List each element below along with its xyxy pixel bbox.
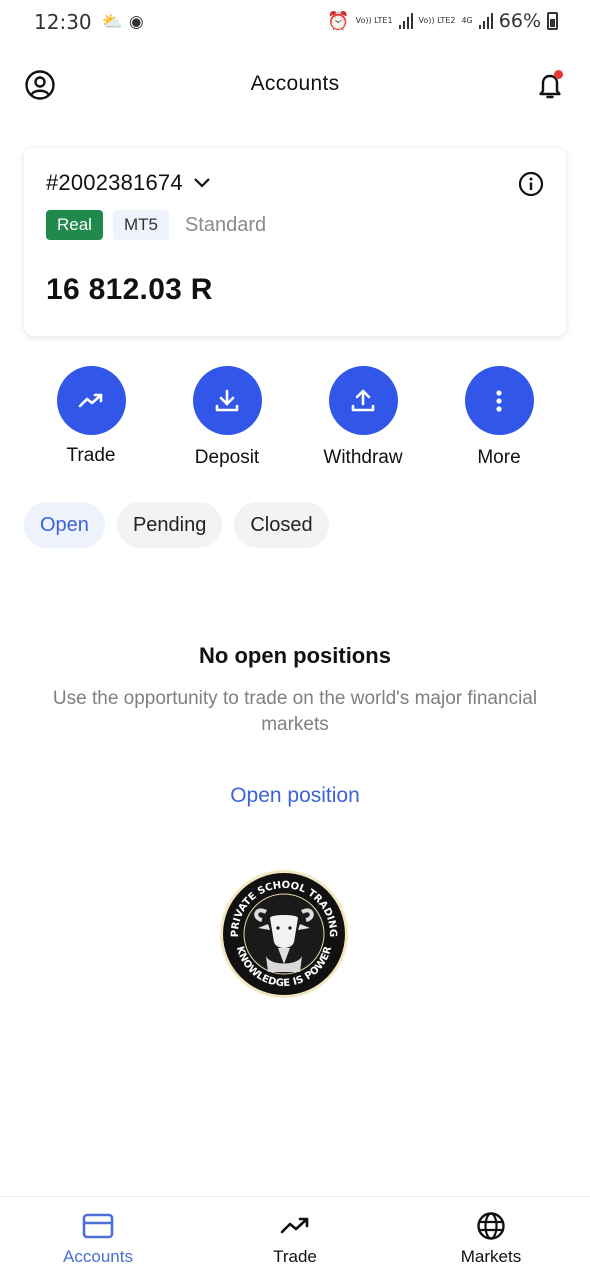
shazam-icon: ◉ — [128, 12, 144, 31]
account-number: #2002381674 — [46, 170, 183, 195]
nav-markets-label: Markets — [460, 1247, 522, 1266]
nav-trade[interactable]: Trade — [215, 1213, 375, 1267]
app-header: Accounts — [0, 60, 590, 108]
network-4g-indicator: 4G — [461, 16, 473, 25]
deposit-action-label: Deposit — [194, 447, 260, 468]
globe-icon — [477, 1212, 505, 1240]
more-action-circle — [464, 366, 534, 435]
nav-trade-label: Trade — [273, 1247, 317, 1266]
tab-closed[interactable]: Closed — [234, 502, 329, 548]
status-bar: 12:30 ⛅ ◉ ⏰ Vo)) LTE1 Vo)) LTE2 4G 66% — [0, 0, 590, 44]
user-circle-icon — [25, 70, 55, 100]
withdraw-action-button[interactable]: Withdraw — [303, 366, 423, 469]
trending-up-icon — [280, 1217, 309, 1234]
withdraw-action-circle — [328, 366, 398, 435]
nav-accounts-label: Accounts — [63, 1247, 133, 1266]
card-icon — [82, 1213, 114, 1239]
bottom-navigation: Accounts Trade Markets — [0, 1196, 590, 1280]
nav-markets[interactable]: Markets — [411, 1212, 571, 1267]
watermark-logo: PRIVATE SCHOOL TRADING KNOWLEDGE IS POWE… — [218, 868, 350, 1000]
more-action-label: More — [477, 447, 521, 468]
download-icon — [215, 389, 239, 411]
trade-action-button[interactable]: Trade — [31, 366, 151, 467]
tab-pending[interactable]: Pending — [116, 502, 223, 548]
account-balance: 16 812.03 R — [46, 273, 213, 306]
withdraw-action-label: Withdraw — [323, 447, 403, 468]
action-buttons: Trade Deposit Withdraw More — [0, 366, 590, 476]
chevron-down-icon — [194, 178, 210, 188]
position-filter-tabs: Open Pending Closed — [24, 502, 329, 548]
profile-button[interactable] — [24, 69, 56, 101]
tab-open[interactable]: Open — [24, 502, 105, 548]
account-selector[interactable]: #2002381674 — [46, 170, 211, 196]
empty-state-title: No open positions — [199, 643, 391, 668]
open-position-link[interactable]: Open position — [0, 784, 590, 808]
status-left-icons: ⛅ ◉ — [102, 12, 144, 32]
info-icon — [518, 171, 544, 197]
more-action-button[interactable]: More — [439, 366, 559, 469]
trending-up-icon — [78, 393, 103, 407]
upload-icon — [351, 389, 375, 411]
signal-icon — [398, 13, 413, 29]
info-button[interactable] — [518, 171, 544, 197]
badge-platform: MT5 — [112, 210, 169, 240]
notification-dot — [554, 70, 563, 79]
battery-percent: 66% — [498, 10, 541, 32]
sim2-indicator: Vo)) LTE2 — [418, 16, 456, 25]
alarm-icon: ⏰ — [327, 10, 350, 31]
account-badges: Real MT5 Standard — [46, 210, 266, 240]
status-right: ⏰ Vo)) LTE1 Vo)) LTE2 4G 66% — [327, 10, 558, 32]
signal-icon-2 — [478, 13, 493, 29]
nav-accounts[interactable]: Accounts — [18, 1213, 178, 1267]
weather-icon: ⛅ — [101, 12, 123, 31]
more-vertical-icon — [496, 389, 502, 412]
notifications-button[interactable] — [534, 68, 566, 102]
empty-state-description: Use the opportunity to trade on the worl… — [52, 688, 538, 735]
battery-icon — [547, 12, 558, 30]
badge-real: Real — [46, 210, 103, 240]
trade-action-circle — [56, 366, 126, 435]
status-time: 12:30 — [34, 10, 92, 34]
account-card: #2002381674 Real MT5 Standard 16 812.03 … — [24, 148, 566, 336]
badge-account-type: Standard — [184, 213, 267, 236]
deposit-action-circle — [192, 366, 262, 435]
trade-action-label: Trade — [66, 445, 116, 466]
page-title: Accounts — [250, 72, 340, 95]
deposit-action-button[interactable]: Deposit — [167, 366, 287, 469]
sim1-indicator: Vo)) LTE1 — [355, 16, 393, 25]
